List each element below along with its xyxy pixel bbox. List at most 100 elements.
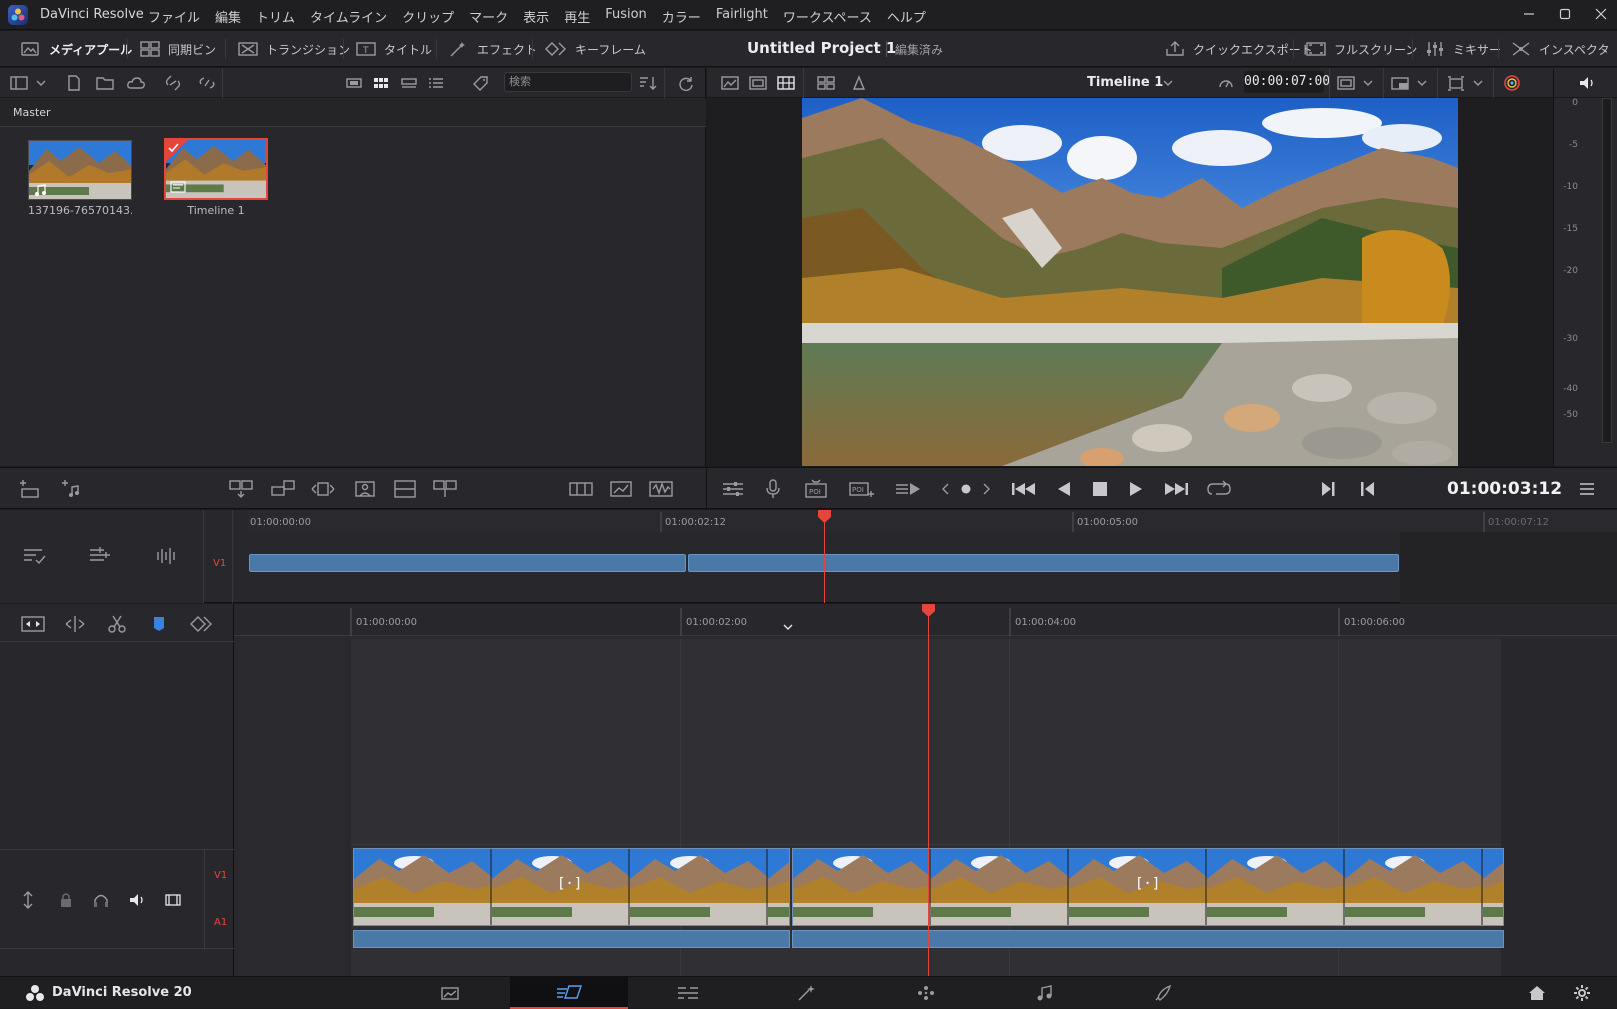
video-clip[interactable]: [·] [792,848,1504,926]
strip-view-icon[interactable] [400,76,418,90]
maximize-icon[interactable] [1557,6,1573,22]
smart-insert-icon[interactable] [228,479,254,499]
grid-view-icon[interactable] [372,76,390,90]
search-input[interactable]: 検索 [504,72,632,92]
home-icon[interactable] [1527,984,1547,1002]
audio-clip[interactable] [353,930,790,948]
viewer-canvas[interactable] [707,98,1553,466]
menu-item[interactable]: クリップ [402,7,454,26]
page-cut[interactable] [510,977,628,1009]
video-clip[interactable]: [·] [353,848,790,926]
play-around-icon[interactable] [894,479,924,499]
thumbnail-view-icon[interactable] [345,76,363,90]
timeline-viewer-icon[interactable] [777,75,795,91]
chevron-down-icon[interactable] [1162,78,1174,88]
play-icon[interactable] [1126,479,1146,499]
viewer-size-dropdown-icon[interactable] [1337,75,1377,91]
transitions-button[interactable]: トランジション [238,31,350,67]
keyframes-button[interactable]: キーフレーム [545,31,646,67]
audio-waveform-icon[interactable] [648,479,674,499]
append-audio-icon[interactable] [60,479,82,499]
trim-mode-icon[interactable] [568,479,594,499]
source-overwrite-icon[interactable] [432,479,458,499]
disable-video-icon[interactable] [164,890,182,910]
close-icon[interactable] [1593,6,1609,22]
place-on-top-icon[interactable] [392,479,418,499]
safe-area-icon[interactable] [852,75,866,91]
sync-audio-icon[interactable] [154,546,180,566]
tools-sliders-icon[interactable] [720,479,746,499]
output-quality-dropdown-icon[interactable] [1391,75,1431,91]
menu-item[interactable]: ファイル [148,7,200,26]
relink-icon[interactable] [164,75,182,91]
go-to-end-icon[interactable] [1162,479,1190,499]
media-clip-selected[interactable]: Timeline 1 [164,138,268,217]
effects-button[interactable]: エフェクト [449,31,537,67]
page-color[interactable] [867,977,985,1009]
cloud-icon[interactable] [126,75,146,91]
ripple-trim-icon[interactable] [62,614,88,634]
media-clip[interactable]: 137196-76570143... [28,140,132,217]
audio-track-options-icon[interactable] [88,546,114,566]
sidebar-toggle-icon[interactable] [10,75,48,91]
menu-item[interactable]: Fusion [605,7,647,26]
menu-item[interactable]: 再生 [564,7,590,26]
track-height-icon[interactable] [20,890,36,910]
menu-item[interactable]: カラー [662,7,701,26]
list-view-icon[interactable] [427,76,445,90]
audio-clip[interactable] [792,930,1504,948]
page-deliver[interactable] [1105,977,1223,1009]
settings-gear-icon[interactable] [1573,984,1591,1002]
append-video-icon[interactable] [18,479,40,499]
menu-item[interactable]: ヘルプ [887,7,926,26]
mixer-button[interactable]: ミキサー [1425,31,1501,67]
jog-nav-icon[interactable] [938,479,994,499]
page-edit[interactable] [629,977,747,1009]
tag-filter-icon[interactable] [472,75,490,91]
viewer-timeline-name[interactable]: Timeline 1 [1087,75,1163,90]
new-file-icon[interactable] [66,75,82,91]
loop-icon[interactable] [1206,479,1232,499]
fit-timeline-icon[interactable] [20,614,46,634]
fullscreen-button[interactable]: フルスクリーン [1306,31,1417,67]
lower-playhead-line[interactable] [928,604,929,976]
blade-scissors-icon[interactable] [106,614,128,634]
menu-item[interactable]: 表示 [523,7,549,26]
refresh-icon[interactable] [678,75,694,91]
source-clip-icon[interactable] [721,75,739,91]
color-wheel-icon[interactable] [1502,74,1522,92]
microphone-icon[interactable] [762,478,784,500]
upper-playhead-marker[interactable] [817,510,832,524]
page-fusion[interactable] [748,977,866,1009]
sync-bin-button[interactable]: 同期ビン [140,31,216,67]
timeline-settings-icon[interactable] [22,546,48,566]
unlink-icon[interactable] [198,75,216,91]
lock-track-icon[interactable] [58,890,74,910]
out-point-icon[interactable] [1358,479,1378,499]
chevron-down-icon[interactable] [782,622,794,632]
menu-item[interactable]: ワークスペース [783,7,872,26]
menu-item[interactable]: マーク [469,7,508,26]
poi-camera-icon[interactable]: POI [804,478,830,500]
play-reverse-icon[interactable] [1054,479,1074,499]
titles-button[interactable]: T タイトル [356,31,432,67]
inspector-button[interactable]: インスペクタ [1511,31,1609,67]
menu-item[interactable]: Fairlight [716,7,768,26]
poi-add-icon[interactable]: POI [848,478,874,500]
page-fairlight[interactable] [986,977,1104,1009]
append-clip-icon[interactable] [270,479,296,499]
quick-export-button[interactable]: クイックエクスポート [1165,31,1313,67]
menu-item[interactable]: 編集 [215,7,241,26]
solo-headphones-icon[interactable] [92,890,110,910]
new-bin-icon[interactable] [96,75,114,91]
sort-icon[interactable] [638,75,658,91]
ripple-overwrite-icon[interactable] [310,479,336,499]
close-up-icon[interactable] [352,478,378,500]
transform-overlay-dropdown-icon[interactable] [1447,75,1487,91]
minimize-icon[interactable] [1521,6,1537,22]
stop-icon[interactable] [1090,479,1110,499]
upper-timeline-ruler[interactable]: 01:00:00:00 01:00:02:12 01:00:05:00 01:0… [248,510,1617,532]
source-tape-icon[interactable] [749,75,767,91]
overview-clip[interactable] [688,554,1399,572]
page-media[interactable] [391,977,509,1009]
